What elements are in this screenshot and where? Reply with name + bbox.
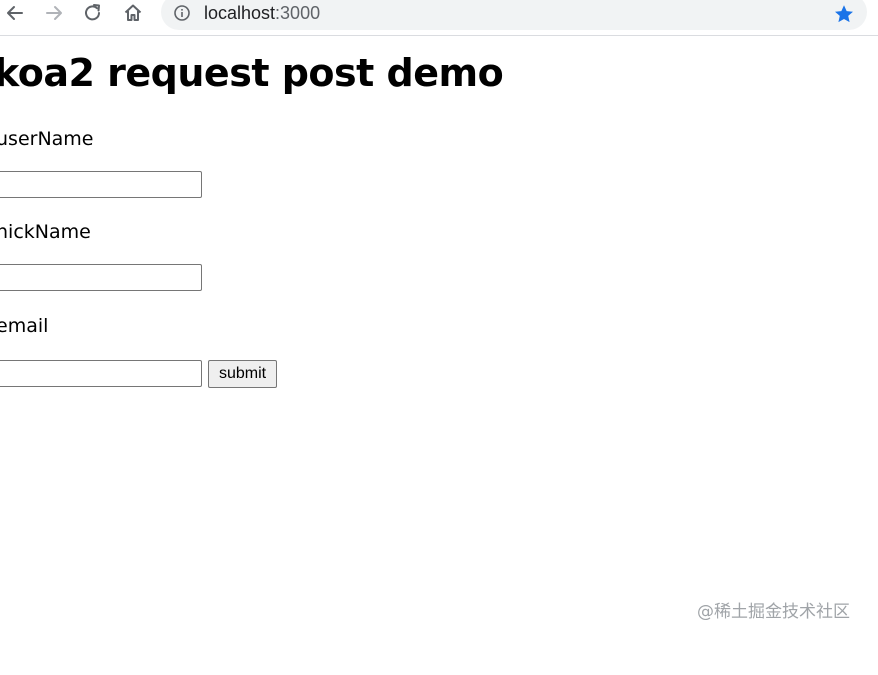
page-content: koa2 request post demo userName nickName… [0,36,878,675]
email-label: email [0,315,49,337]
url-text[interactable]: localhost:3000 [204,3,320,24]
back-button[interactable] [0,0,30,26]
url-port: :3000 [275,3,321,23]
email-input[interactable] [0,360,202,387]
home-icon [124,4,142,21]
reload-button[interactable] [78,0,108,26]
nickname-label: nickName [0,221,91,243]
url-host: localhost [204,3,276,23]
star-icon[interactable] [833,3,855,25]
reload-icon [85,4,100,21]
page-title: koa2 request post demo [0,51,504,95]
watermark: @稀土掘金技术社区 [697,602,850,622]
info-icon[interactable] [173,4,191,22]
arrow-right-icon [46,6,62,20]
username-input[interactable] [0,171,202,198]
browser-toolbar: localhost:3000 [0,0,878,36]
address-bar[interactable]: localhost:3000 [161,0,867,30]
arrow-left-icon [7,6,23,20]
username-label: userName [0,128,94,150]
nickname-input[interactable] [0,264,202,291]
submit-button[interactable]: submit [208,360,277,388]
home-button[interactable] [118,0,148,26]
forward-button[interactable] [39,0,69,26]
